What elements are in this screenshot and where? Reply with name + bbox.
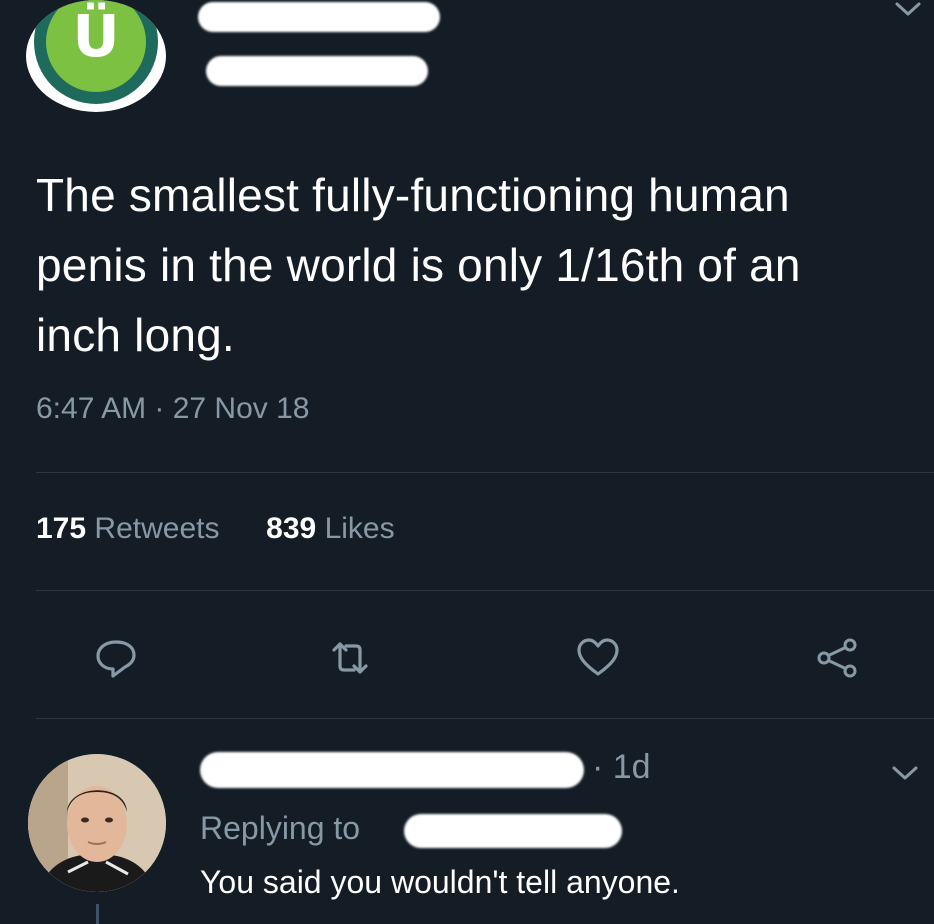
tweet-page: Ü The smallest fully-functioning human p… bbox=[0, 0, 934, 924]
replying-to-handle-redacted bbox=[404, 814, 622, 848]
reply-text: You said you wouldn't tell anyone. bbox=[200, 864, 680, 900]
reply-time[interactable]: · 1d bbox=[592, 748, 651, 787]
divider bbox=[36, 718, 934, 719]
chevron-down-icon[interactable] bbox=[893, 0, 923, 20]
chevron-down-icon[interactable] bbox=[890, 764, 920, 784]
likes-label[interactable]: Likes bbox=[325, 512, 395, 545]
author-name-redacted bbox=[198, 2, 440, 32]
divider bbox=[36, 590, 934, 591]
heart-icon[interactable] bbox=[574, 636, 622, 680]
retweets-label[interactable]: Retweets bbox=[94, 512, 219, 545]
reply-icon[interactable] bbox=[92, 636, 140, 680]
logo-letter: Ü bbox=[72, 2, 120, 70]
reply-author-avatar[interactable] bbox=[28, 754, 166, 892]
author-handle-redacted bbox=[206, 56, 428, 86]
likes-count[interactable]: 839 bbox=[266, 512, 316, 545]
thread-line bbox=[96, 904, 99, 924]
replying-to-label: Replying to bbox=[200, 810, 361, 846]
author-avatar[interactable]: Ü bbox=[26, 0, 166, 112]
retweet-icon[interactable] bbox=[326, 636, 374, 680]
retweets-count[interactable]: 175 bbox=[36, 512, 86, 545]
share-icon[interactable] bbox=[814, 636, 862, 680]
divider bbox=[36, 472, 934, 473]
tweet-text: The smallest fully-functioning human pen… bbox=[36, 169, 801, 361]
tweet-stats: 175 Retweets 839 Likes bbox=[36, 512, 395, 546]
tweet-timestamp: 6:47 AM · 27 Nov 18 bbox=[36, 392, 310, 425]
reply-author-name-redacted bbox=[200, 752, 584, 788]
